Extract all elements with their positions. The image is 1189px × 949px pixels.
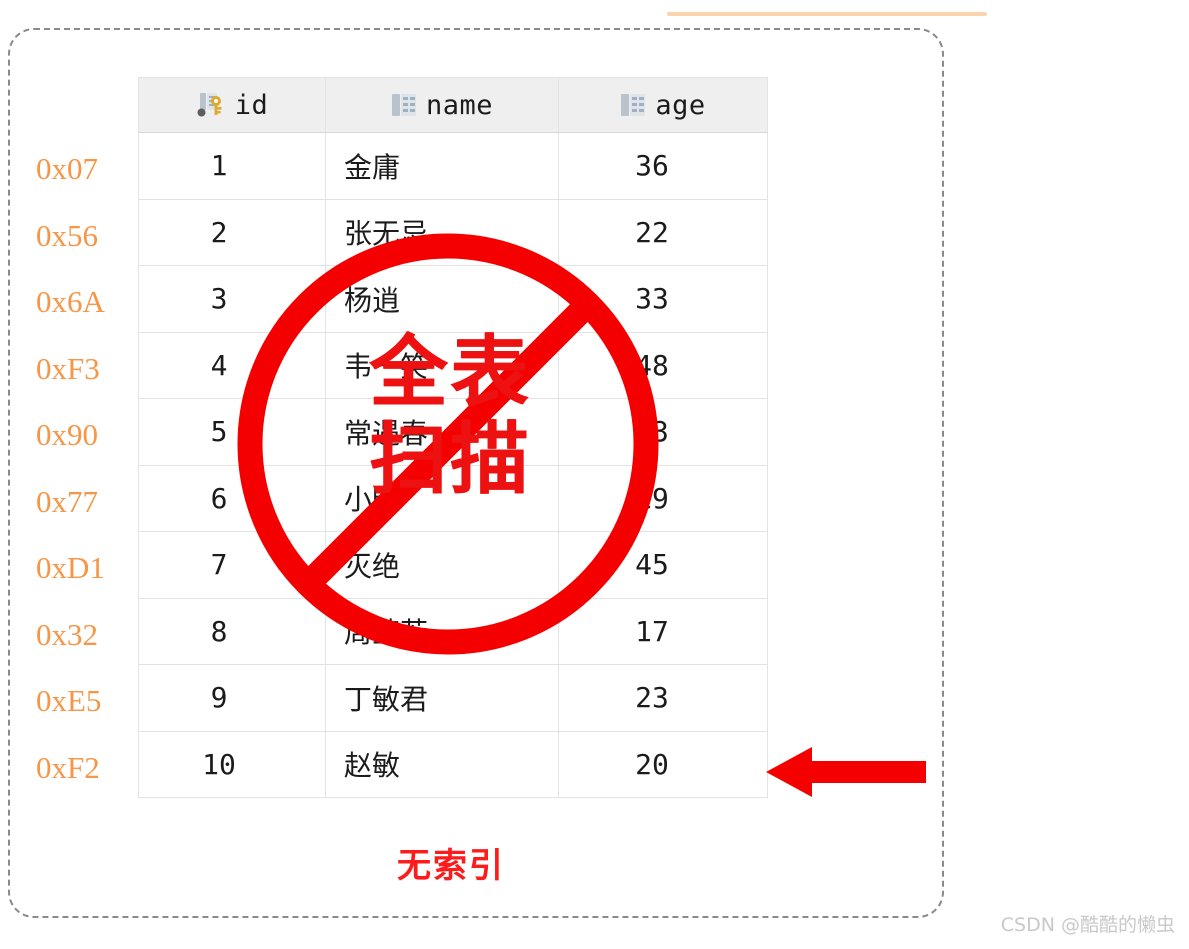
column-header-label: name: [425, 89, 494, 121]
cell-id: 2: [138, 198, 326, 266]
cell-age: 20: [558, 730, 768, 798]
cell-name: 丁敏君: [325, 664, 559, 732]
figure-caption: 无索引: [397, 846, 505, 886]
cell-id: 8: [138, 597, 326, 665]
cell-age: 45: [558, 531, 768, 599]
scan-direction-arrow-icon: [766, 742, 926, 802]
row-address: 0xF3: [36, 350, 100, 386]
table-row[interactable]: 10 赵敏 20: [138, 730, 768, 798]
table-row[interactable]: 2 张无忌 22: [138, 198, 768, 266]
row-address: 0x6A: [36, 284, 105, 319]
cell-name: 小昭: [325, 464, 559, 532]
column-header-name[interactable]: name: [325, 77, 559, 133]
primary-key-icon: [196, 92, 226, 118]
table-row[interactable]: 5 常遇春 53: [138, 398, 768, 466]
cell-age: 19: [558, 464, 768, 532]
diagram-canvas: 0x07 0x56 0x6A 0xF3 0x90 0x77 0xD1 0x32 …: [0, 0, 1189, 949]
cell-id: 6: [138, 464, 326, 532]
cell-name: 灭绝: [325, 531, 559, 599]
table-row[interactable]: 8 周芷若 17: [138, 597, 768, 665]
cell-age: 22: [558, 198, 768, 266]
column-header-age[interactable]: age: [558, 77, 768, 133]
top-orange-rule: [667, 12, 987, 16]
row-address: 0x56: [36, 217, 98, 253]
row-address-column: 0x07 0x56 0x6A 0xF3 0x90 0x77 0xD1 0x32 …: [36, 136, 136, 801]
column-header-label: age: [655, 89, 706, 121]
row-address: 0xF2: [36, 749, 100, 785]
cell-age: 53: [558, 398, 768, 466]
row-address: 0x90: [36, 417, 98, 452]
cell-name: 周芷若: [325, 597, 559, 665]
cell-name: 金庸: [325, 132, 559, 200]
row-address: 0xE5: [36, 683, 102, 718]
row-address: 0xD1: [36, 550, 105, 585]
cell-id: 3: [138, 265, 326, 333]
cell-name: 韦一笑: [325, 331, 559, 399]
cell-id: 9: [138, 664, 326, 732]
cell-age: 48: [558, 331, 768, 399]
table-row[interactable]: 1 金庸 36: [138, 132, 768, 200]
cell-age: 17: [558, 597, 768, 665]
cell-name: 杨逍: [325, 265, 559, 333]
cell-age: 36: [558, 132, 768, 200]
cell-name: 张无忌: [325, 198, 559, 266]
cell-id: 7: [138, 531, 326, 599]
table-row[interactable]: 3 杨逍 33: [138, 265, 768, 333]
cell-id: 1: [138, 132, 326, 200]
data-table: id name age 1 金庸 36 2 张无忌 22 3 杨逍 33 4 韦…: [138, 77, 768, 798]
cell-id: 4: [138, 331, 326, 399]
cell-age: 33: [558, 265, 768, 333]
watermark: CSDN @酷酷的懒虫: [1000, 914, 1175, 936]
cell-name: 常遇春: [325, 398, 559, 466]
column-header-label: id: [234, 89, 269, 121]
table-body: 1 金庸 36 2 张无忌 22 3 杨逍 33 4 韦一笑 48 5 常遇春: [138, 132, 768, 798]
header-row: id name age: [138, 77, 768, 133]
table-row[interactable]: 7 灭绝 45: [138, 531, 768, 599]
table-row[interactable]: 9 丁敏君 23: [138, 664, 768, 732]
row-address: 0x07: [36, 151, 98, 186]
table-header: id name age: [138, 77, 768, 133]
cell-id: 5: [138, 398, 326, 466]
cell-id: 10: [138, 730, 326, 798]
table-row[interactable]: 6 小昭 19: [138, 464, 768, 532]
column-header-id[interactable]: id: [138, 77, 326, 133]
cell-name: 赵敏: [325, 730, 559, 798]
row-address: 0x32: [36, 616, 98, 652]
row-address: 0x77: [36, 483, 98, 519]
cell-age: 23: [558, 664, 768, 732]
table-column-icon: [620, 93, 646, 117]
table-column-icon: [391, 93, 417, 117]
table-row[interactable]: 4 韦一笑 48: [138, 331, 768, 399]
